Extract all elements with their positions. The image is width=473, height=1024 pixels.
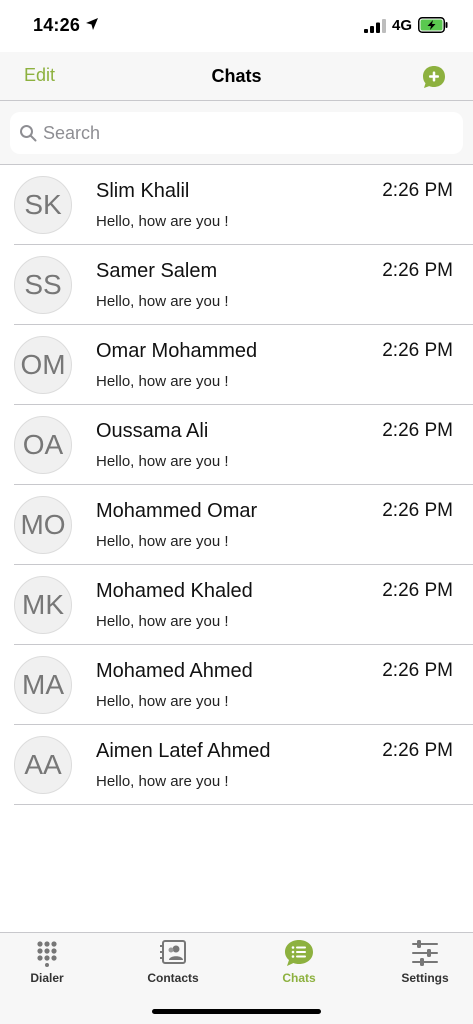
- contact-name: Mohamed Khaled: [96, 580, 253, 602]
- contact-name: Mohammed Omar: [96, 500, 258, 522]
- message-preview: Hello, how are you !: [96, 213, 229, 230]
- avatar: MK: [14, 576, 72, 634]
- dialpad-icon: [37, 941, 57, 967]
- message-time: 2:26 PM: [382, 500, 453, 521]
- tab-label: Chats: [282, 971, 316, 985]
- chat-row[interactable]: AA Aimen Latef Ahmed 2:26 PM Hello, how …: [0, 725, 473, 805]
- tab-contacts[interactable]: Contacts: [114, 933, 232, 993]
- tab-label: Contacts: [147, 971, 199, 985]
- avatar: MA: [14, 656, 72, 714]
- message-preview: Hello, how are you !: [96, 693, 229, 710]
- contacts-icon: [160, 940, 186, 964]
- chat-row[interactable]: SK Slim Khalil 2:26 PM Hello, how are yo…: [0, 165, 473, 245]
- contact-name: Samer Salem: [96, 260, 218, 282]
- network-type: 4G: [392, 17, 413, 34]
- avatar: MO: [14, 496, 72, 554]
- message-time: 2:26 PM: [382, 580, 453, 601]
- home-indicator: [152, 1009, 321, 1014]
- search-bar: [0, 101, 473, 165]
- message-preview: Hello, how are you !: [96, 453, 229, 470]
- message-time: 2:26 PM: [382, 740, 453, 761]
- chat-row[interactable]: MA Mohamed Ahmed 2:26 PM Hello, how are …: [0, 645, 473, 725]
- tab-chats[interactable]: Chats: [240, 933, 358, 993]
- search-icon: [20, 125, 37, 142]
- location-arrow-icon: [86, 18, 98, 30]
- contact-name: Omar Mohammed: [96, 340, 258, 362]
- contact-name: Aimen Latef Ahmed: [96, 740, 271, 762]
- chat-row[interactable]: SS Samer Salem 2:26 PM Hello, how are yo…: [0, 245, 473, 325]
- signal-strength-icon: [364, 19, 386, 33]
- chat-row[interactable]: MO Mohammed Omar 2:26 PM Hello, how are …: [0, 485, 473, 565]
- page-title: Chats: [211, 66, 262, 86]
- battery-charging-icon: [418, 17, 448, 33]
- status-bar: 14:26 4G: [0, 0, 473, 52]
- message-preview: Hello, how are you !: [96, 613, 229, 630]
- chat-row[interactable]: OA Oussama Ali 2:26 PM Hello, how are yo…: [0, 405, 473, 485]
- status-time: 14:26: [33, 15, 81, 35]
- message-preview: Hello, how are you !: [96, 773, 229, 790]
- avatar: AA: [14, 736, 72, 794]
- avatar: SS: [14, 256, 72, 314]
- message-time: 2:26 PM: [382, 660, 453, 681]
- contact-name: Slim Khalil: [96, 180, 190, 202]
- message-preview: Hello, how are you !: [96, 373, 229, 390]
- contact-name: Mohamed Ahmed: [96, 660, 253, 682]
- navigation-bar: Edit Chats: [0, 52, 473, 101]
- tab-settings[interactable]: Settings: [366, 933, 473, 993]
- avatar: OM: [14, 336, 72, 394]
- new-chat-icon[interactable]: [421, 64, 447, 90]
- message-time: 2:26 PM: [382, 340, 453, 361]
- message-preview: Hello, how are you !: [96, 293, 229, 310]
- chat-row[interactable]: OM Omar Mohammed 2:26 PM Hello, how are …: [0, 325, 473, 405]
- chat-row[interactable]: MK Mohamed Khaled 2:26 PM Hello, how are…: [0, 565, 473, 645]
- search-field[interactable]: [10, 112, 463, 154]
- avatar: OA: [14, 416, 72, 474]
- message-preview: Hello, how are you !: [96, 533, 229, 550]
- message-time: 2:26 PM: [382, 420, 453, 441]
- chat-list: SK Slim Khalil 2:26 PM Hello, how are yo…: [0, 165, 473, 805]
- avatar: SK: [14, 176, 72, 234]
- tab-dialer[interactable]: Dialer: [0, 933, 106, 993]
- chat-bubble-icon: [285, 940, 313, 966]
- search-input[interactable]: [43, 112, 453, 154]
- message-time: 2:26 PM: [382, 180, 453, 201]
- message-time: 2:26 PM: [382, 260, 453, 281]
- tab-label: Dialer: [30, 971, 64, 985]
- contact-name: Oussama Ali: [96, 420, 209, 442]
- sliders-icon: [412, 940, 438, 966]
- tab-label: Settings: [401, 971, 449, 985]
